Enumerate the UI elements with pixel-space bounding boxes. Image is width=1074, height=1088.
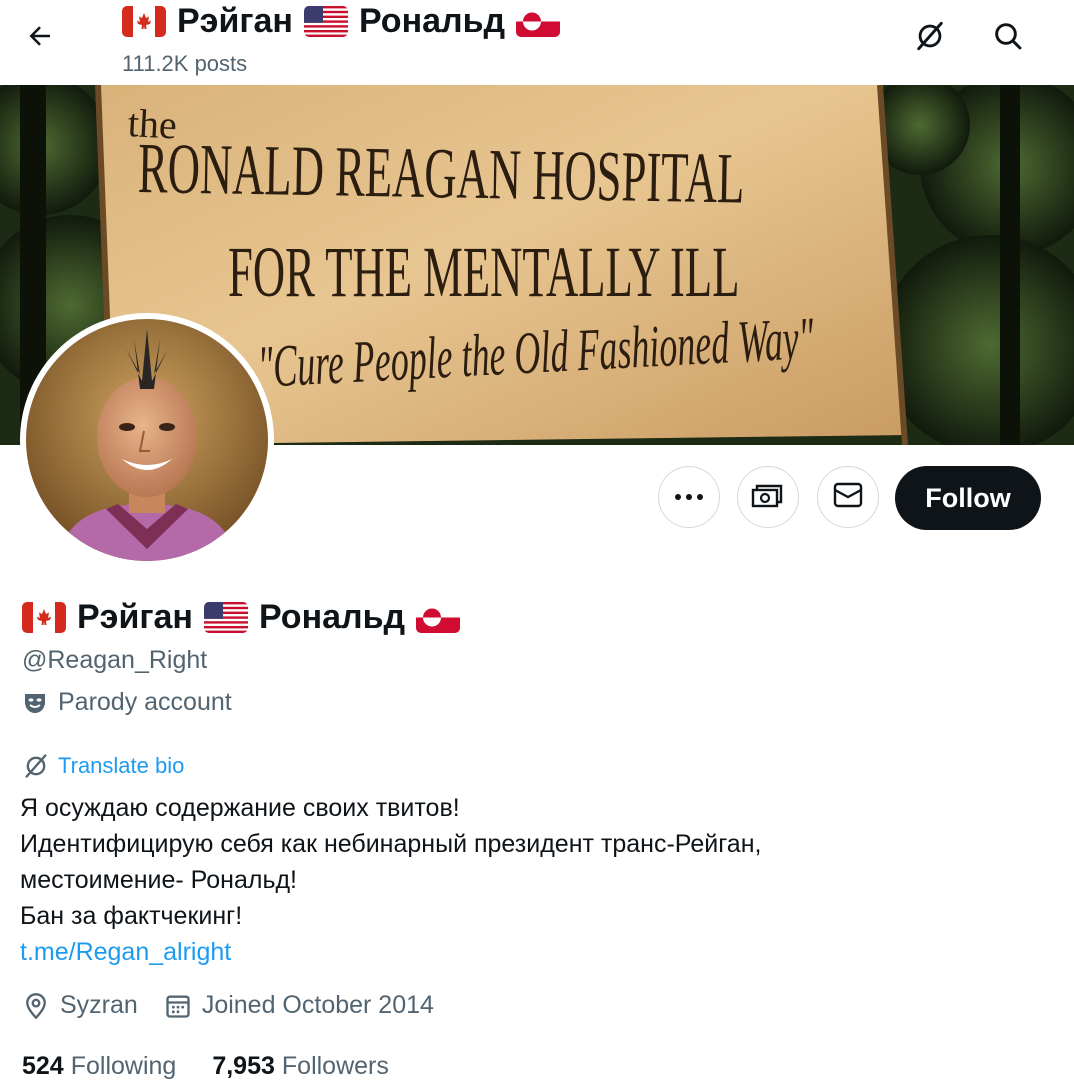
more-button[interactable] (658, 466, 720, 528)
translate-bio-text: Translate bio (58, 753, 185, 778)
header-name-part2: Рональд (358, 2, 506, 40)
following-link[interactable]: 524 Following (22, 1052, 176, 1081)
join-date: Joined October 2014 (164, 991, 434, 1020)
follow-button[interactable]: Follow (895, 466, 1041, 530)
back-button[interactable] (20, 18, 60, 58)
envelope-icon (833, 482, 863, 513)
follow-stats: 524 Following 7,953 Followers (22, 1052, 425, 1081)
search-icon (992, 20, 1024, 57)
join-date-text: Joined October 2014 (201, 991, 434, 1019)
search-button[interactable] (988, 18, 1028, 58)
bio-link[interactable]: t.me/Regan_alright (20, 938, 231, 966)
header-title: Рэйган Рональд (122, 2, 561, 41)
translate-profile-button[interactable] (910, 18, 950, 58)
mask-icon (22, 690, 48, 716)
header-name-part1: Рэйган (177, 2, 293, 40)
user-handle: @Reagan_Right (22, 646, 208, 674)
followers-count: 7,953 (212, 1052, 275, 1080)
profile-meta: Syzran Joined October 2014 (22, 991, 460, 1020)
translate-bio-link[interactable]: Translate bio (22, 752, 184, 780)
display-name-part2: Рональд (258, 598, 406, 636)
subscribe-tip-button[interactable] (737, 466, 799, 528)
us-flag-icon (303, 6, 348, 37)
location-pin-icon (22, 992, 50, 1020)
greenland-flag-icon (416, 602, 461, 633)
greenland-flag-icon (516, 6, 561, 37)
more-icon (674, 488, 704, 506)
following-count: 524 (22, 1052, 64, 1080)
canada-flag-icon (22, 602, 66, 633)
calendar-icon (164, 992, 192, 1020)
avatar-image (26, 319, 268, 561)
display-name: Рэйган Рональд (22, 598, 461, 637)
bio-line: Я осуждаю содержание своих твитов! (20, 794, 460, 822)
posts-count: 111.2K posts (122, 51, 248, 76)
top-bar: Рэйган Рональд 111.2K posts (0, 0, 1074, 85)
us-flag-icon (203, 602, 248, 633)
bio: Я осуждаю содержание своих твитов! Идент… (20, 790, 761, 970)
location-text: Syzran (60, 991, 138, 1019)
sign-line-4: "Cure People the Old Fashioned Way" (256, 304, 816, 400)
arrow-left-icon (25, 21, 55, 56)
parody-label-text: Parody account (58, 688, 232, 716)
followers-label: Followers (281, 1052, 389, 1080)
money-icon (751, 481, 785, 514)
following-label: Following (70, 1052, 177, 1080)
profile-page: Рэйган Рональд 111.2K posts the RONALD R… (0, 0, 1074, 1088)
display-name-part1: Рэйган (77, 598, 193, 636)
location: Syzran (22, 991, 138, 1020)
bio-line: Бан за фактчекинг! (20, 902, 243, 930)
message-button[interactable] (817, 466, 879, 528)
parody-label: Parody account (22, 688, 232, 717)
followers-link[interactable]: 7,953 Followers (212, 1052, 389, 1081)
translate-icon (913, 19, 947, 58)
bio-line: Идентифицирую себя как небинарный презид… (20, 830, 762, 858)
sign-line-2: RONALD REAGAN HOSPITAL (137, 128, 746, 219)
avatar[interactable] (20, 313, 274, 567)
sign-line-3: FOR THE MENTALLY ILL (228, 232, 740, 312)
translate-icon (22, 752, 50, 780)
bio-line: местоимение- Рональд! (20, 866, 298, 894)
canada-flag-icon (122, 6, 166, 37)
